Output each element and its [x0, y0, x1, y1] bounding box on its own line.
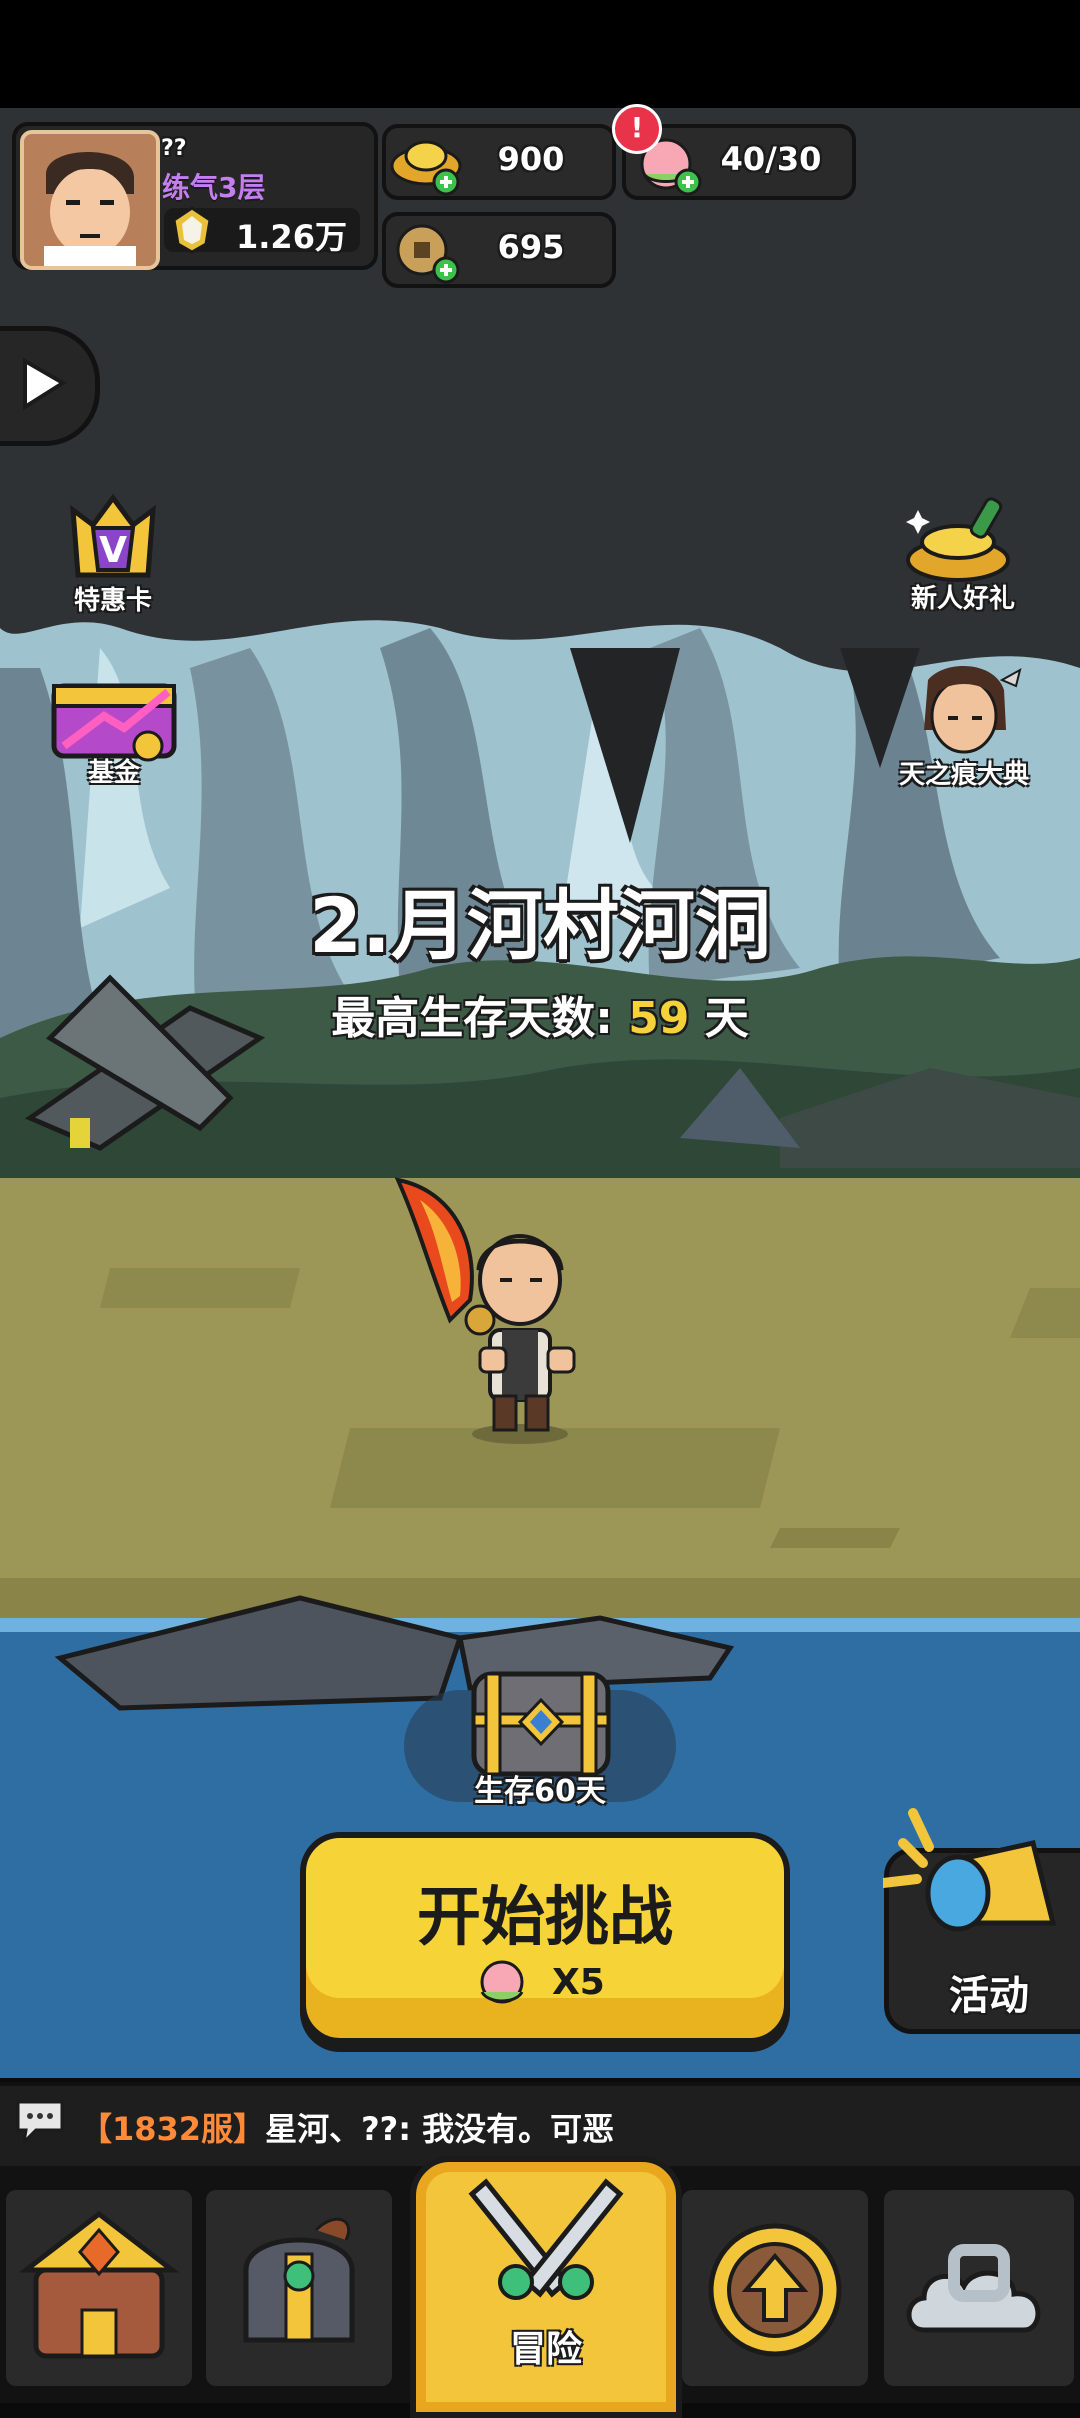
challenge-cost-peach-icon — [472, 1956, 532, 2016]
best-survival-label: 最高生存天数: — [331, 993, 613, 1044]
expand-arrow-button[interactable] — [0, 326, 100, 446]
vip-card-label: 特惠卡 — [73, 586, 152, 616]
vip-card-button[interactable]: V 特惠卡 — [48, 490, 178, 620]
gold-resource[interactable]: 900 — [382, 124, 616, 200]
fund-chest-icon — [51, 683, 177, 762]
chat-text: 星河、??: 我没有。可恶 — [265, 2110, 615, 2148]
nav-upgrade-tab[interactable] — [682, 2190, 868, 2386]
alert-badge-icon: ! — [612, 104, 662, 154]
newbie-gift-label: 新人好礼 — [910, 584, 1015, 614]
chat-bubble-icon — [12, 2096, 68, 2150]
best-survival-days: 59 — [628, 993, 690, 1044]
newbie-gift-button[interactable]: 新人好礼 — [898, 490, 1028, 620]
vip-crown-icon: V — [70, 493, 156, 578]
nav-equipment-tab[interactable] — [206, 2190, 392, 2386]
bottom-nav: 冒险 — [0, 2156, 1080, 2418]
start-challenge-button[interactable]: 开始挑战 X5 — [300, 1832, 790, 2044]
player-avatar[interactable] — [20, 130, 160, 270]
fund-button[interactable]: 基金 — [44, 666, 184, 796]
gold-ingot-icon — [388, 128, 468, 202]
best-survival: 最高生存天数: 59 天 — [0, 982, 1080, 1046]
nav-cloud-tab[interactable] — [884, 2190, 1074, 2386]
horn-icon — [878, 1803, 1080, 1957]
stage-title: 2.月河村河洞 — [309, 881, 771, 970]
activity-label: 活动 — [949, 1973, 1029, 2019]
event-book-label: 天之痕大典 — [898, 760, 1029, 790]
peach-value: 40/30 — [720, 140, 822, 178]
nav-shop-tab[interactable] — [6, 2190, 192, 2386]
gold-value: 900 — [497, 140, 565, 178]
event-book-button[interactable]: 天之痕大典 — [884, 660, 1044, 790]
chat-bar[interactable]: 【1832服】星河、??: 我没有。可恶 — [0, 2082, 1080, 2166]
upgrade-arrow-icon — [708, 2223, 842, 2357]
gift-ingots-icon — [906, 497, 1010, 582]
copper-coin-icon — [388, 216, 468, 290]
player-power: 1.26万 — [236, 218, 347, 256]
nav-adventure-tab[interactable]: 冒险 — [410, 2156, 682, 2418]
hero-portrait-icon — [924, 666, 1022, 754]
coin-resource[interactable]: 695 — [382, 212, 616, 288]
player-name: ?? — [161, 136, 187, 161]
helmet-icon — [243, 2217, 355, 2343]
activity-button[interactable]: 活动 — [878, 1808, 1080, 2034]
player-realm: 练气3层 — [162, 171, 266, 204]
shop-house-icon — [18, 2210, 180, 2359]
best-survival-unit: 天 — [704, 993, 749, 1044]
play-arrow-icon — [23, 357, 67, 411]
avatar-face-icon — [24, 134, 156, 266]
chat-message: 【1832服】星河、??: 我没有。可恶 — [80, 2104, 614, 2150]
start-challenge-label: 开始挑战 — [417, 1881, 673, 1955]
hero-character — [390, 1170, 610, 1450]
coin-value: 695 — [497, 228, 565, 266]
nav-adventure-label: 冒险 — [509, 2329, 582, 2370]
fund-label: 基金 — [87, 758, 140, 788]
lock-cloud-icon — [906, 2244, 1041, 2333]
reward-chest-label: 生存60天 — [474, 1774, 606, 1809]
player-card[interactable]: ?? 练气3层 1.26万 — [12, 122, 378, 270]
svg-text:V: V — [99, 530, 127, 571]
crossed-swords-icon — [468, 2178, 624, 2300]
status-bar — [0, 0, 1080, 108]
challenge-cost: X5 — [552, 1962, 605, 2003]
power-icon — [166, 204, 218, 260]
chat-server: 【1832服】 — [80, 2110, 266, 2148]
